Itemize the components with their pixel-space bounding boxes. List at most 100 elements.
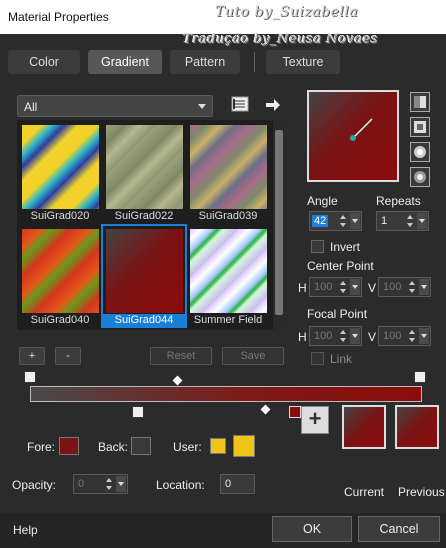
- tab-pattern[interactable]: Pattern: [170, 50, 240, 74]
- gradient-label: SuiGrad044: [103, 314, 185, 326]
- radial-style-icon[interactable]: [410, 167, 430, 187]
- angle-spinner[interactable]: [338, 213, 348, 229]
- gradient-swatch: [190, 229, 267, 313]
- add-gradient-button[interactable]: +: [19, 347, 45, 365]
- angle-field[interactable]: 42: [309, 211, 362, 231]
- opacity-field[interactable]: 0: [73, 474, 128, 494]
- focal-v-dropdown[interactable]: [419, 328, 429, 344]
- gradient-editor-bar[interactable]: [30, 386, 422, 402]
- repeats-dropdown[interactable]: [417, 213, 427, 229]
- angle-label: Angle: [307, 194, 338, 208]
- cancel-button[interactable]: Cancel: [358, 516, 440, 542]
- focal-h-dropdown[interactable]: [350, 328, 360, 344]
- top-stop-left[interactable]: [24, 371, 36, 383]
- focal-v-label: V: [368, 330, 377, 344]
- add-swatch-button[interactable]: +: [301, 406, 329, 434]
- category-dropdown[interactable]: All: [17, 95, 213, 117]
- tab-gradient[interactable]: Gradient: [88, 50, 162, 74]
- gradient-preview[interactable]: [307, 90, 399, 182]
- remove-gradient-button[interactable]: -: [55, 347, 81, 365]
- back-label: Back:: [98, 440, 129, 454]
- opacity-label: Opacity:: [12, 478, 57, 492]
- center-v-field[interactable]: 100: [378, 277, 431, 297]
- gradient-swatch: [22, 229, 99, 313]
- gradient-item[interactable]: SuiGrad022: [103, 122, 185, 222]
- center-v-dropdown[interactable]: [419, 279, 429, 295]
- center-h-spinner[interactable]: [338, 279, 348, 295]
- sunburst-style-icon[interactable]: [410, 142, 430, 162]
- gradient-item[interactable]: Summer Field: [187, 226, 269, 326]
- bottom-stop-left[interactable]: [132, 406, 144, 418]
- link-checkbox[interactable]: [311, 352, 324, 365]
- repeats-spinner[interactable]: [405, 213, 415, 229]
- back-color-swatch[interactable]: [131, 437, 151, 455]
- window-title: Material Properties: [8, 10, 109, 24]
- gradient-scrollbar[interactable]: [273, 120, 285, 330]
- angle-dropdown[interactable]: [350, 213, 360, 229]
- user-color-swatch[interactable]: [233, 435, 255, 457]
- bottom-midpoint-marker[interactable]: [260, 404, 271, 415]
- library-icon[interactable]: [230, 95, 250, 115]
- invert-checkbox[interactable]: [311, 240, 324, 253]
- tab-color[interactable]: Color: [8, 50, 80, 74]
- tab-texture[interactable]: Texture: [266, 50, 340, 74]
- opacity-dropdown[interactable]: [116, 476, 126, 492]
- center-h-label: H: [298, 281, 307, 295]
- gradient-item[interactable]: SuiGrad020: [19, 122, 101, 222]
- scrollbar-thumb[interactable]: [275, 130, 283, 315]
- user-label: User:: [173, 440, 202, 454]
- focal-h-label: H: [298, 330, 307, 344]
- location-field[interactable]: 0: [220, 474, 255, 494]
- center-h-value: 100: [314, 281, 333, 293]
- focal-h-value: 100: [314, 330, 333, 342]
- gradient-grid: SuiGrad020 SuiGrad022 SuiGrad039 SuiGrad…: [17, 120, 285, 330]
- previous-swatch[interactable]: [395, 405, 439, 449]
- gradient-item[interactable]: SuiGrad039: [187, 122, 269, 222]
- center-h-dropdown[interactable]: [350, 279, 360, 295]
- center-v-spinner[interactable]: [407, 279, 417, 295]
- watermark-line-1: Tuto by_Suizabella: [215, 4, 359, 20]
- bottom-stop-right[interactable]: [289, 406, 301, 418]
- repeats-field[interactable]: 1: [376, 211, 429, 231]
- current-swatch[interactable]: [342, 405, 386, 449]
- gradient-swatch: [106, 229, 183, 313]
- gradient-swatch: [190, 125, 267, 209]
- focal-point-label: Focal Point: [307, 307, 368, 321]
- gradient-label: SuiGrad022: [114, 210, 174, 222]
- focal-h-spinner[interactable]: [338, 328, 348, 344]
- tab-separator: [254, 52, 255, 72]
- fore-color-swatch[interactable]: [59, 437, 79, 455]
- gradient-item[interactable]: SuiGrad040: [19, 226, 101, 326]
- arrow-right-icon[interactable]: [263, 95, 283, 115]
- tab-bar: Color Gradient Pattern Texture: [0, 48, 446, 76]
- top-midpoint-marker[interactable]: [172, 375, 183, 386]
- center-point-label: Center Point: [307, 259, 374, 273]
- focal-v-spinner[interactable]: [407, 328, 417, 344]
- gradient-item-selected[interactable]: SuiGrad044: [101, 224, 187, 328]
- top-stop-right[interactable]: [414, 371, 426, 383]
- location-label: Location:: [156, 478, 205, 492]
- linear-style-icon[interactable]: [410, 92, 430, 112]
- center-h-field[interactable]: 100: [309, 277, 362, 297]
- save-button[interactable]: Save: [222, 347, 284, 365]
- focal-v-field[interactable]: 100: [378, 326, 431, 346]
- gradient-label: Summer Field: [193, 314, 263, 326]
- previous-label: Previous: [398, 485, 445, 499]
- category-value: All: [24, 100, 38, 114]
- opacity-value: 0: [78, 478, 85, 490]
- gradient-swatch: [106, 125, 183, 209]
- fore-label: Fore:: [27, 440, 56, 454]
- rectangular-style-icon[interactable]: [410, 117, 430, 137]
- opacity-spinner[interactable]: [104, 476, 114, 492]
- help-link[interactable]: Help: [13, 523, 38, 537]
- invert-label: Invert: [330, 240, 361, 254]
- reset-button[interactable]: Reset: [150, 347, 212, 365]
- watermark-line-2: Tradução by_Neusa Novaes: [183, 32, 379, 47]
- focal-h-field[interactable]: 100: [309, 326, 362, 346]
- chevron-down-icon: [198, 104, 206, 109]
- center-v-label: V: [368, 281, 377, 295]
- user-color-swatch-small[interactable]: [210, 438, 226, 454]
- ok-button[interactable]: OK: [272, 516, 352, 542]
- gradient-label: SuiGrad039: [198, 210, 258, 222]
- link-label: Link: [330, 352, 353, 366]
